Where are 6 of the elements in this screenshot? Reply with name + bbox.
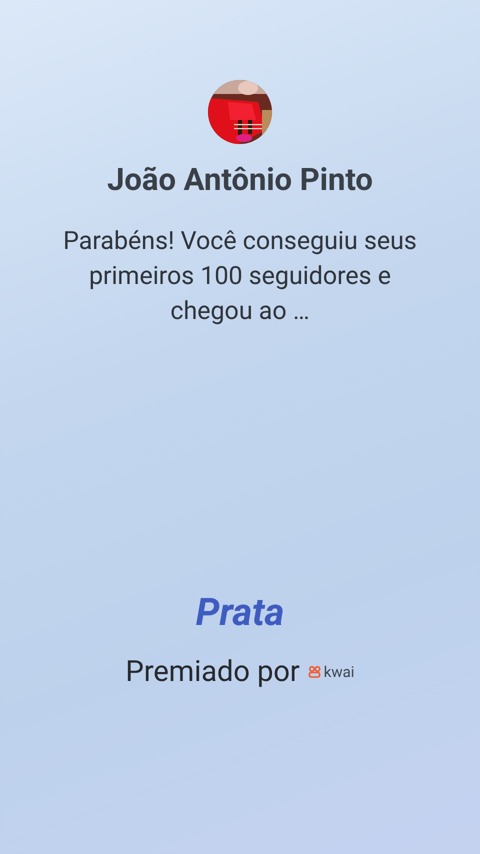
profile-name: João Antônio Pinto — [107, 161, 373, 198]
brand-logo: kwai — [308, 663, 354, 681]
congratulation-message: Parabéns! Você conseguiu seus primeiros 100 seguidores e chegou ao … — [62, 226, 418, 328]
awarded-by-label: Premiado por — [126, 655, 300, 689]
level-title: Prata — [196, 591, 284, 635]
logo-icon — [308, 666, 322, 678]
